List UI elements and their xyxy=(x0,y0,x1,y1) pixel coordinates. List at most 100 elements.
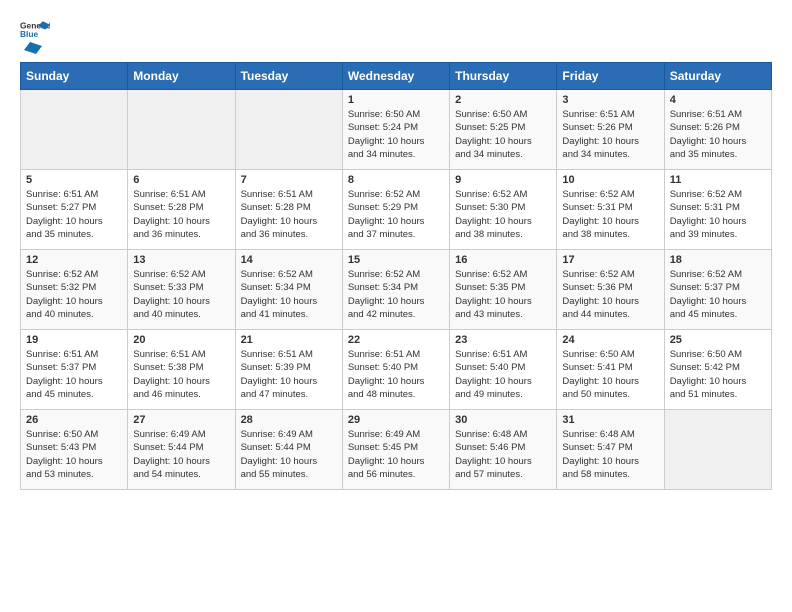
cell-content: Sunrise: 6:51 AM Sunset: 5:37 PM Dayligh… xyxy=(26,348,122,401)
cell-content: Sunrise: 6:51 AM Sunset: 5:40 PM Dayligh… xyxy=(348,348,444,401)
cell-content: Sunrise: 6:51 AM Sunset: 5:40 PM Dayligh… xyxy=(455,348,551,401)
cell-content: Sunrise: 6:51 AM Sunset: 5:26 PM Dayligh… xyxy=(670,108,766,161)
calendar-cell xyxy=(235,90,342,170)
day-number: 31 xyxy=(562,414,658,426)
day-number: 7 xyxy=(241,174,337,186)
day-number: 15 xyxy=(348,254,444,266)
day-number: 19 xyxy=(26,334,122,346)
cell-content: Sunrise: 6:50 AM Sunset: 5:25 PM Dayligh… xyxy=(455,108,551,161)
cell-content: Sunrise: 6:52 AM Sunset: 5:36 PM Dayligh… xyxy=(562,268,658,321)
cell-content: Sunrise: 6:50 AM Sunset: 5:24 PM Dayligh… xyxy=(348,108,444,161)
calendar-cell: 30 Sunrise: 6:48 AM Sunset: 5:46 PM Dayli… xyxy=(450,410,557,490)
day-number: 24 xyxy=(562,334,658,346)
day-number: 26 xyxy=(26,414,122,426)
cell-content: Sunrise: 6:51 AM Sunset: 5:26 PM Dayligh… xyxy=(562,108,658,161)
calendar-cell: 24 Sunrise: 6:50 AM Sunset: 5:41 PM Dayli… xyxy=(557,330,664,410)
day-header-wednesday: Wednesday xyxy=(342,63,449,90)
cell-content: Sunrise: 6:49 AM Sunset: 5:44 PM Dayligh… xyxy=(133,428,229,481)
page-header: General Blue xyxy=(20,20,772,52)
cell-content: Sunrise: 6:50 AM Sunset: 5:41 PM Dayligh… xyxy=(562,348,658,401)
cell-content: Sunrise: 6:52 AM Sunset: 5:30 PM Dayligh… xyxy=(455,188,551,241)
day-number: 2 xyxy=(455,94,551,106)
day-number: 10 xyxy=(562,174,658,186)
cell-content: Sunrise: 6:50 AM Sunset: 5:43 PM Dayligh… xyxy=(26,428,122,481)
calendar-cell: 18 Sunrise: 6:52 AM Sunset: 5:37 PM Dayli… xyxy=(664,250,771,330)
day-number: 25 xyxy=(670,334,766,346)
calendar-cell xyxy=(664,410,771,490)
day-number: 4 xyxy=(670,94,766,106)
day-number: 20 xyxy=(133,334,229,346)
cell-content: Sunrise: 6:52 AM Sunset: 5:31 PM Dayligh… xyxy=(670,188,766,241)
day-header-friday: Friday xyxy=(557,63,664,90)
calendar-cell: 15 Sunrise: 6:52 AM Sunset: 5:34 PM Dayli… xyxy=(342,250,449,330)
calendar-cell: 31Sunrise: 6:48 AM Sunset: 5:47 PM Dayli… xyxy=(557,410,664,490)
week-row-2: 12 Sunrise: 6:52 AM Sunset: 5:32 PM Dayli… xyxy=(21,250,772,330)
calendar-cell: 23 Sunrise: 6:51 AM Sunset: 5:40 PM Dayli… xyxy=(450,330,557,410)
cell-content: Sunrise: 6:52 AM Sunset: 5:29 PM Dayligh… xyxy=(348,188,444,241)
logo-icon: General Blue xyxy=(20,20,50,38)
calendar-cell: 1 Sunrise: 6:50 AM Sunset: 5:24 PM Daylig… xyxy=(342,90,449,170)
day-header-saturday: Saturday xyxy=(664,63,771,90)
day-number: 1 xyxy=(348,94,444,106)
calendar-cell: 26 Sunrise: 6:50 AM Sunset: 5:43 PM Dayli… xyxy=(21,410,128,490)
day-number: 12 xyxy=(26,254,122,266)
cell-content: Sunrise: 6:49 AM Sunset: 5:44 PM Dayligh… xyxy=(241,428,337,481)
calendar-table: SundayMondayTuesdayWednesdayThursdayFrid… xyxy=(20,62,772,490)
calendar-cell: 9 Sunrise: 6:52 AM Sunset: 5:30 PM Daylig… xyxy=(450,170,557,250)
day-number: 18 xyxy=(670,254,766,266)
calendar-cell: 28Sunrise: 6:49 AM Sunset: 5:44 PM Dayli… xyxy=(235,410,342,490)
cell-content: Sunrise: 6:50 AM Sunset: 5:42 PM Dayligh… xyxy=(670,348,766,401)
cell-content: Sunrise: 6:52 AM Sunset: 5:37 PM Dayligh… xyxy=(670,268,766,321)
calendar-cell: 14 Sunrise: 6:52 AM Sunset: 5:34 PM Dayli… xyxy=(235,250,342,330)
calendar-cell: 25 Sunrise: 6:50 AM Sunset: 5:42 PM Dayli… xyxy=(664,330,771,410)
calendar-cell: 6 Sunrise: 6:51 AM Sunset: 5:28 PM Daylig… xyxy=(128,170,235,250)
calendar-cell: 27 Sunrise: 6:49 AM Sunset: 5:44 PM Dayli… xyxy=(128,410,235,490)
cell-content: Sunrise: 6:52 AM Sunset: 5:35 PM Dayligh… xyxy=(455,268,551,321)
calendar-cell: 19 Sunrise: 6:51 AM Sunset: 5:37 PM Dayli… xyxy=(21,330,128,410)
day-number: 30 xyxy=(455,414,551,426)
day-number: 22 xyxy=(348,334,444,346)
day-header-sunday: Sunday xyxy=(21,63,128,90)
logo: General Blue xyxy=(20,20,50,52)
day-number: 14 xyxy=(241,254,337,266)
day-number: 11 xyxy=(670,174,766,186)
day-number: 9 xyxy=(455,174,551,186)
cell-content: Sunrise: 6:52 AM Sunset: 5:32 PM Dayligh… xyxy=(26,268,122,321)
calendar-cell: 29 Sunrise: 6:49 AM Sunset: 5:45 PM Dayli… xyxy=(342,410,449,490)
cell-content: Sunrise: 6:51 AM Sunset: 5:28 PM Dayligh… xyxy=(133,188,229,241)
day-number: 29 xyxy=(348,414,444,426)
calendar-cell: 21 Sunrise: 6:51 AM Sunset: 5:39 PM Dayli… xyxy=(235,330,342,410)
day-number: 23 xyxy=(455,334,551,346)
day-number: 17 xyxy=(562,254,658,266)
day-number: 16 xyxy=(455,254,551,266)
cell-content: Sunrise: 6:49 AM Sunset: 5:45 PM Dayligh… xyxy=(348,428,444,481)
day-number: 27 xyxy=(133,414,229,426)
day-number: 6 xyxy=(133,174,229,186)
cell-content: Sunrise: 6:52 AM Sunset: 5:34 PM Dayligh… xyxy=(241,268,337,321)
week-row-4: 26 Sunrise: 6:50 AM Sunset: 5:43 PM Dayli… xyxy=(21,410,772,490)
calendar-cell: 22 Sunrise: 6:51 AM Sunset: 5:40 PM Dayli… xyxy=(342,330,449,410)
calendar-cell: 13Sunrise: 6:52 AM Sunset: 5:33 PM Dayli… xyxy=(128,250,235,330)
calendar-cell: 5Sunrise: 6:51 AM Sunset: 5:27 PM Daylig… xyxy=(21,170,128,250)
cell-content: Sunrise: 6:51 AM Sunset: 5:39 PM Dayligh… xyxy=(241,348,337,401)
header-row: SundayMondayTuesdayWednesdayThursdayFrid… xyxy=(21,63,772,90)
day-header-monday: Monday xyxy=(128,63,235,90)
cell-content: Sunrise: 6:48 AM Sunset: 5:46 PM Dayligh… xyxy=(455,428,551,481)
calendar-cell: 3 Sunrise: 6:51 AM Sunset: 5:26 PM Daylig… xyxy=(557,90,664,170)
day-header-tuesday: Tuesday xyxy=(235,63,342,90)
week-row-3: 19 Sunrise: 6:51 AM Sunset: 5:37 PM Dayli… xyxy=(21,330,772,410)
cell-content: Sunrise: 6:52 AM Sunset: 5:34 PM Dayligh… xyxy=(348,268,444,321)
calendar-cell xyxy=(21,90,128,170)
week-row-0: 1 Sunrise: 6:50 AM Sunset: 5:24 PM Daylig… xyxy=(21,90,772,170)
calendar-cell: 17 Sunrise: 6:52 AM Sunset: 5:36 PM Dayli… xyxy=(557,250,664,330)
day-number: 21 xyxy=(241,334,337,346)
day-number: 5 xyxy=(26,174,122,186)
calendar-cell: 7Sunrise: 6:51 AM Sunset: 5:28 PM Daylig… xyxy=(235,170,342,250)
cell-content: Sunrise: 6:51 AM Sunset: 5:38 PM Dayligh… xyxy=(133,348,229,401)
calendar-cell: 2 Sunrise: 6:50 AM Sunset: 5:25 PM Daylig… xyxy=(450,90,557,170)
cell-content: Sunrise: 6:52 AM Sunset: 5:33 PM Dayligh… xyxy=(133,268,229,321)
day-number: 3 xyxy=(562,94,658,106)
cell-content: Sunrise: 6:52 AM Sunset: 5:31 PM Dayligh… xyxy=(562,188,658,241)
week-row-1: 5Sunrise: 6:51 AM Sunset: 5:27 PM Daylig… xyxy=(21,170,772,250)
calendar-cell: 11 Sunrise: 6:52 AM Sunset: 5:31 PM Dayli… xyxy=(664,170,771,250)
